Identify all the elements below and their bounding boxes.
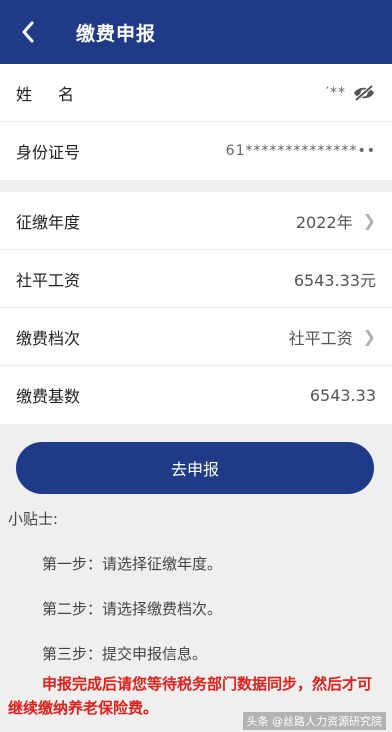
- tier-row[interactable]: 缴费档次 社平工资 ❯: [0, 308, 392, 366]
- watermark: 头条 @丝路人力资源研究院: [242, 712, 386, 730]
- id-value: 61**************••: [225, 143, 376, 159]
- back-button[interactable]: [0, 0, 56, 64]
- base-label: 缴费基数: [16, 387, 81, 406]
- tip-step-1: 第一步：请选择征缴年度。: [42, 555, 223, 573]
- submit-wrap: 去申报: [0, 424, 392, 494]
- submit-button[interactable]: 去申报: [16, 442, 374, 494]
- app-header: 缴费申报: [0, 0, 392, 64]
- id-row: 身份证号 61**************••: [0, 122, 392, 180]
- base-value: 6543.33: [309, 385, 376, 405]
- tip-step-2: 第二步：请选择缴费档次。: [42, 600, 223, 618]
- name-value-wrap: ′**: [325, 83, 376, 102]
- chevron-right-icon: ❯: [362, 327, 376, 346]
- name-value: ′**: [325, 84, 346, 101]
- section-gap: [0, 180, 392, 192]
- salary-label: 社平工资: [16, 270, 81, 290]
- page-title: 缴费申报: [76, 22, 157, 45]
- tips-title: 小贴士:: [8, 510, 59, 528]
- id-label: 身份证号: [16, 143, 81, 162]
- eye-off-icon[interactable]: [352, 83, 376, 102]
- year-row[interactable]: 征缴年度 2022年 ❯: [0, 192, 392, 250]
- year-value: 2022年: [295, 212, 353, 232]
- year-label: 征缴年度: [16, 212, 81, 232]
- tier-label: 缴费档次: [16, 328, 81, 348]
- tip-step-3: 第三步：提交申报信息。: [42, 645, 208, 663]
- tier-value-wrap[interactable]: 社平工资 ❯: [289, 325, 376, 349]
- tier-value: 社平工资: [288, 328, 353, 348]
- base-row: 缴费基数 6543.33: [0, 366, 392, 424]
- salary-value: 6543.33元: [293, 270, 376, 290]
- name-row: 姓名 ′**: [0, 64, 392, 122]
- salary-row: 社平工资 6543.33元: [0, 250, 392, 308]
- chevron-left-icon: [22, 21, 34, 43]
- identity-section: 姓名 ′** 身份证号 61**************••: [0, 64, 392, 180]
- name-label: 姓名: [16, 84, 101, 104]
- chevron-right-icon: ❯: [362, 211, 376, 230]
- year-value-wrap[interactable]: 2022年 ❯: [296, 209, 376, 233]
- tips-section: 小贴士: 第一步：请选择征缴年度。 第二步：请选择缴费档次。 第三步：提交申报信…: [0, 494, 392, 720]
- form-section: 征缴年度 2022年 ❯ 社平工资 6543.33元 缴费档次 社平工资 ❯ 缴…: [0, 192, 392, 424]
